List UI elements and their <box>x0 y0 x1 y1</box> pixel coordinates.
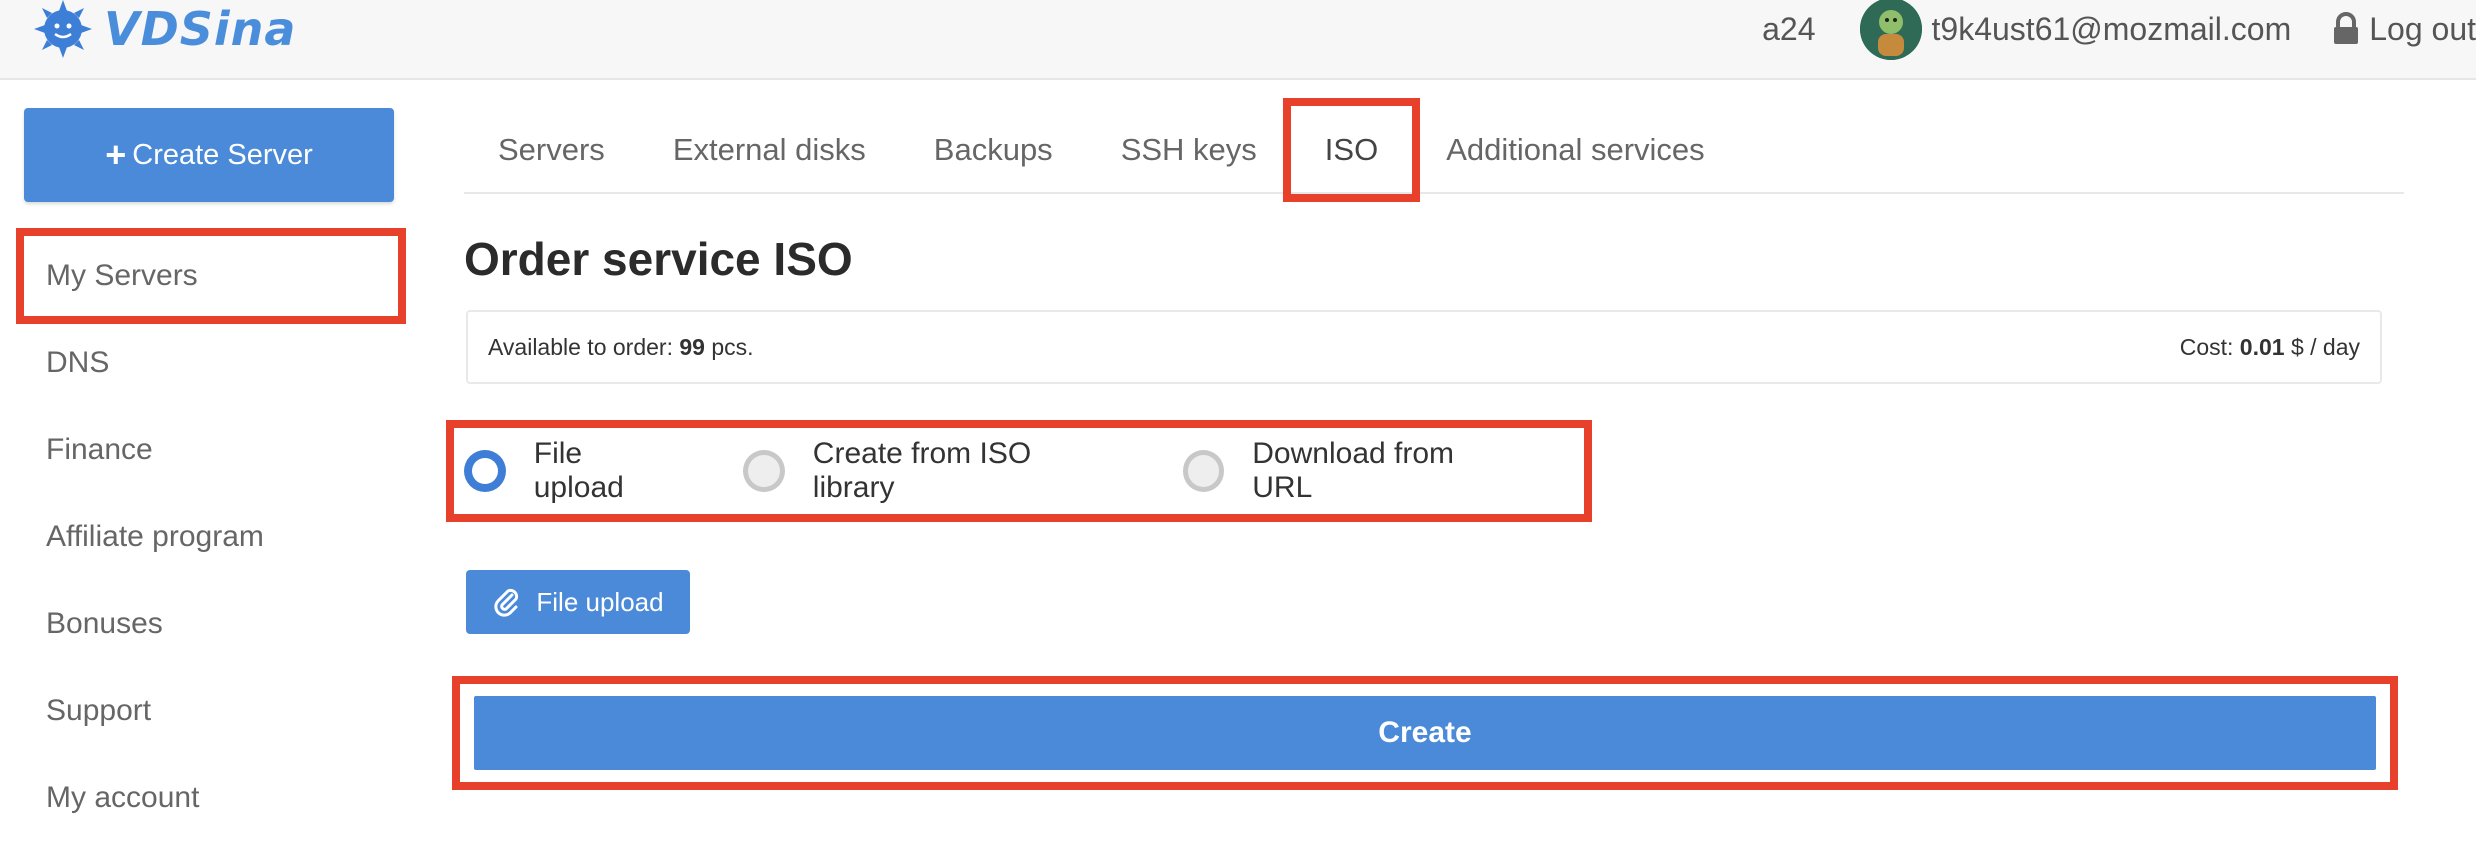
radio-iso-library[interactable]: Create from ISO library <box>743 437 1118 505</box>
top-header: VDSina a24 t9k4ust61@mozmail.com Log out <box>0 0 2476 80</box>
create-button[interactable]: Create <box>474 696 2376 770</box>
sidebar-item-label: DNS <box>46 345 110 379</box>
available-suffix: pcs. <box>704 333 754 360</box>
sidebar-item-finance[interactable]: Finance <box>24 406 398 493</box>
sidebar-item-label: Bonuses <box>46 606 163 640</box>
sidebar-item-support[interactable]: Support <box>24 667 398 754</box>
sidebar-item-label: Finance <box>46 432 153 466</box>
lock-icon <box>2334 12 2359 44</box>
available-to-order: Available to order: 99 pcs. <box>488 334 754 361</box>
tab-bar: Servers External disks Backups SSH keys … <box>464 98 2404 202</box>
sidebar-item-label: My Servers <box>46 259 198 292</box>
tab-external-disks[interactable]: External disks <box>639 108 900 192</box>
create-server-button[interactable]: + Create Server <box>24 108 394 202</box>
sidebar-item-my-servers[interactable]: My Servers <box>16 228 406 324</box>
tab-backups[interactable]: Backups <box>900 108 1087 192</box>
file-upload-button[interactable]: File upload <box>466 570 690 634</box>
logo-text: VDSina <box>104 2 297 56</box>
file-upload-label: File upload <box>536 586 664 617</box>
radio-file-upload[interactable]: File upload <box>464 437 679 505</box>
tab-additional-services[interactable]: Additional services <box>1412 108 1738 192</box>
avatar[interactable] <box>1859 0 1922 60</box>
cost-prefix: Cost: <box>2179 333 2240 360</box>
radio-download-url[interactable]: Download from URL <box>1182 437 1520 505</box>
cost-value: 0.01 <box>2239 333 2285 360</box>
sidebar-item-label: My account <box>46 780 200 814</box>
radio-button[interactable] <box>743 450 785 492</box>
cost-info: Cost: 0.01 $ / day <box>2180 334 2360 361</box>
logout-button[interactable]: Log out <box>2331 11 2476 48</box>
sidebar-item-affiliate-program[interactable]: Affiliate program <box>24 493 398 580</box>
radio-label: Create from ISO library <box>812 437 1032 504</box>
sidebar-item-bonuses[interactable]: Bonuses <box>24 580 398 667</box>
tab-ssh-keys[interactable]: SSH keys <box>1087 108 1291 192</box>
plus-icon: + <box>105 134 127 175</box>
create-server-label: Create Server <box>132 138 313 171</box>
radio-button-selected[interactable] <box>464 450 506 492</box>
paperclip-icon <box>494 588 519 617</box>
order-info-panel: Available to order: 99 pcs. Cost: 0.01 $… <box>466 310 2382 384</box>
radio-button[interactable] <box>1182 450 1225 492</box>
radio-label: Download from URL <box>1252 437 1455 504</box>
logo-icon <box>34 0 92 58</box>
create-button-wrapper: Create <box>452 676 2398 790</box>
sidebar-item-dns[interactable]: DNS <box>24 319 398 406</box>
available-prefix: Available to order: <box>488 333 680 360</box>
logout-label: Log out <box>2369 10 2476 47</box>
cost-suffix: $ / day <box>2284 333 2360 360</box>
sidebar-item-my-account[interactable]: My account <box>24 754 398 841</box>
avatar-image <box>1859 0 1922 60</box>
radio-label: File upload <box>533 437 624 504</box>
tab-iso[interactable]: ISO <box>1282 98 1421 202</box>
sidebar-item-label: Affiliate program <box>46 519 264 553</box>
logo[interactable]: VDSina <box>32 0 296 60</box>
iso-source-radio-group: File upload Create from ISO library Down… <box>446 420 1592 522</box>
tab-servers[interactable]: Servers <box>464 108 639 192</box>
sidebar-item-label: Support <box>46 693 152 727</box>
account-label[interactable]: a24 <box>1762 11 1815 48</box>
sidebar-nav: My Servers DNS Finance Affiliate program… <box>16 228 406 841</box>
user-email[interactable]: t9k4ust61@mozmail.com <box>1932 11 2292 48</box>
page-title: Order service ISO <box>464 233 853 285</box>
available-value: 99 <box>679 333 705 360</box>
